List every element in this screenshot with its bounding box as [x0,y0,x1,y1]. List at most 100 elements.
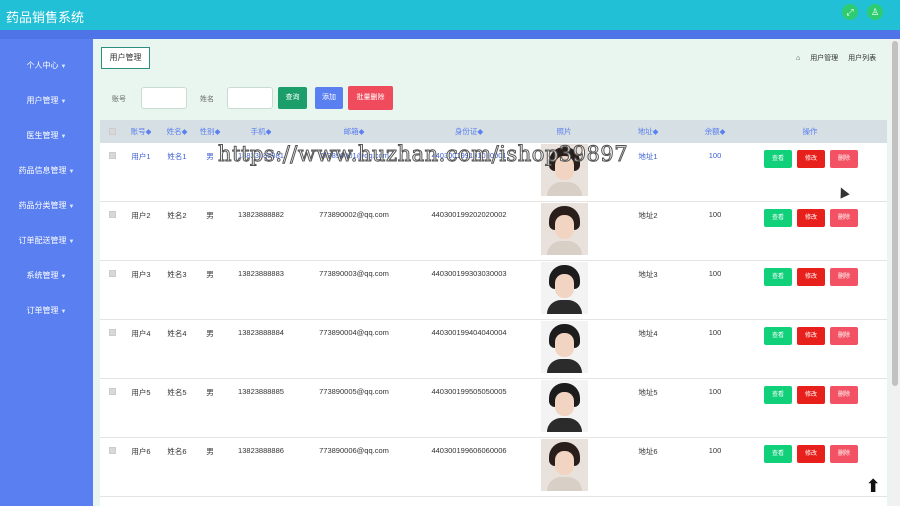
expand-icon[interactable]: ⤢ [842,4,858,20]
column-header-id-card[interactable]: 身份证◆ [455,120,483,143]
column-header-gender[interactable]: 性别◆ [200,120,221,143]
user-table: 账号◆ 姓名◆ 性别◆ 手机◆ 邮箱◆ 身份证◆ 照片 地址◆ 余额◆ 操作 用… [100,120,887,506]
user-photo[interactable] [541,321,588,373]
delete-button[interactable]: 删除 [830,445,858,463]
cell-address: 地址2 [638,211,658,220]
view-button[interactable]: 查看 [764,150,792,168]
delete-button[interactable]: 删除 [830,268,858,286]
column-header-balance[interactable]: 余额◆ [705,120,726,143]
edit-button[interactable]: 修改 [797,386,825,404]
cell-account: 用户4 [131,329,151,338]
cell-address: 地址5 [638,388,658,397]
cell-id-card: 440300199606060006 [431,446,507,455]
cell-balance: 100 [708,446,722,455]
chevron-down-icon: ▼ [60,274,67,280]
cell-gender: 男 [206,329,214,338]
breadcrumb: ⌂ 用户管理 用户列表 [796,53,884,63]
main-content: 用户管理 ⌂ 用户管理 用户列表 账号 姓名 查询 添加 批量删除 账号◆ 姓名… [93,39,890,506]
header-strip [0,30,900,39]
delete-button[interactable]: 删除 [830,150,858,168]
chevron-down-icon: ▼ [60,99,67,105]
cell-account: 用户2 [131,211,151,220]
sidebar-item-user-management[interactable]: 用户管理 ▼ [0,92,93,110]
cell-name: 姓名3 [167,270,187,279]
sidebar-item-order-management[interactable]: 订单管理 ▼ [0,302,93,320]
view-button[interactable]: 查看 [764,327,792,345]
page-tab[interactable]: 用户管理 [101,47,150,69]
view-button[interactable]: 查看 [764,445,792,463]
account-input[interactable] [141,87,187,109]
edit-button[interactable]: 修改 [797,209,825,227]
table-row[interactable]: 用户4 姓名4 男 13823888884 773890004@qq.com 440300… [100,320,887,379]
row-checkbox[interactable] [109,388,116,395]
chevron-down-icon: ▼ [60,134,67,140]
row-checkbox[interactable] [109,447,116,454]
view-button[interactable]: 查看 [764,268,792,286]
batch-delete-button[interactable]: 批量删除 [348,86,393,110]
row-checkbox[interactable] [109,270,116,277]
column-header-email[interactable]: 邮箱◆ [344,120,365,143]
cell-account: 用户6 [131,447,151,456]
table-row[interactable]: 用户2 姓名2 男 13823888882 773890002@qq.com 440300… [100,202,887,261]
table-row[interactable]: 用户5 姓名5 男 13823888885 773890005@qq.com 440300… [100,379,887,438]
view-button[interactable]: 查看 [764,209,792,227]
delete-button[interactable]: 删除 [830,209,858,227]
row-checkbox[interactable] [109,152,116,159]
user-icon[interactable]: ♙ [867,4,883,20]
sidebar-item-drug-info-management[interactable]: 药品信息管理 ▼ [0,162,93,180]
cell-name: 姓名6 [167,447,187,456]
watermark-text: https://www.huzhan.com/ishop39897 [217,142,629,167]
select-all-checkbox[interactable] [109,128,116,135]
cell-balance: 100 [708,387,722,396]
cell-name: 姓名5 [167,388,187,397]
edit-button[interactable]: 修改 [797,150,825,168]
user-photo[interactable] [541,380,588,432]
sidebar-item-system-management[interactable]: 系统管理 ▼ [0,267,93,285]
cell-id-card: 440300199505050005 [431,387,507,396]
sidebar: 个人中心 ▼ 用户管理 ▼ 医生管理 ▼ 药品信息管理 ▼ 药品分类管理 ▼ 订单配送管理… [0,39,93,506]
sidebar-item-order-delivery-management[interactable]: 订单配送管理 ▼ [0,232,93,250]
search-button[interactable]: 查询 [278,87,307,109]
table-row[interactable]: 用户3 姓名3 男 13823888883 773890003@qq.com 440300… [100,261,887,320]
edit-button[interactable]: 修改 [797,327,825,345]
vertical-scrollbar[interactable] [890,39,900,506]
column-header-account[interactable]: 账号◆ [131,120,152,143]
cell-gender: 男 [206,388,214,397]
edit-button[interactable]: 修改 [797,268,825,286]
cell-balance: 100 [708,210,722,219]
cell-address: 地址6 [638,447,658,456]
sidebar-item-doctor-management[interactable]: 医生管理 ▼ [0,127,93,145]
breadcrumb-item[interactable]: 用户管理 [810,55,838,62]
chevron-down-icon: ▼ [68,169,75,175]
cell-id-card: 440300199404040004 [431,328,507,337]
sidebar-item-personal-center[interactable]: 个人中心 ▼ [0,57,93,75]
table-row[interactable]: 用户6 姓名6 男 13823888886 773890006@qq.com 440300… [100,438,887,497]
user-photo[interactable] [541,203,588,255]
chevron-down-icon: ▼ [60,64,67,70]
delete-button[interactable]: 删除 [830,327,858,345]
delete-button[interactable]: 删除 [830,386,858,404]
column-header-address[interactable]: 地址◆ [638,120,659,143]
column-header-photo: 照片 [556,127,572,136]
row-checkbox[interactable] [109,211,116,218]
sidebar-item-drug-category-management[interactable]: 药品分类管理 ▼ [0,197,93,215]
cell-phone: 13823888883 [238,269,284,278]
cell-name: 姓名2 [167,211,187,220]
edit-button[interactable]: 修改 [797,445,825,463]
table-header: 账号◆ 姓名◆ 性别◆ 手机◆ 邮箱◆ 身份证◆ 照片 地址◆ 余额◆ 操作 [100,120,887,143]
cell-id-card: 440300199303030003 [431,269,507,278]
arrow-up-icon[interactable]: ⬆ [864,476,882,496]
cell-email: 773890003@qq.com [319,269,389,278]
user-photo[interactable] [541,439,588,491]
column-header-name[interactable]: 姓名◆ [167,120,188,143]
row-checkbox[interactable] [109,329,116,336]
add-button[interactable]: 添加 [315,87,343,109]
column-header-phone[interactable]: 手机◆ [251,120,272,143]
view-button[interactable]: 查看 [764,386,792,404]
scrollbar-thumb[interactable] [892,41,898,386]
name-input[interactable] [227,87,273,109]
cell-phone: 13823888885 [238,387,284,396]
cell-balance: 100 [708,151,722,160]
user-photo[interactable] [541,262,588,314]
home-icon[interactable]: ⌂ [796,55,800,62]
